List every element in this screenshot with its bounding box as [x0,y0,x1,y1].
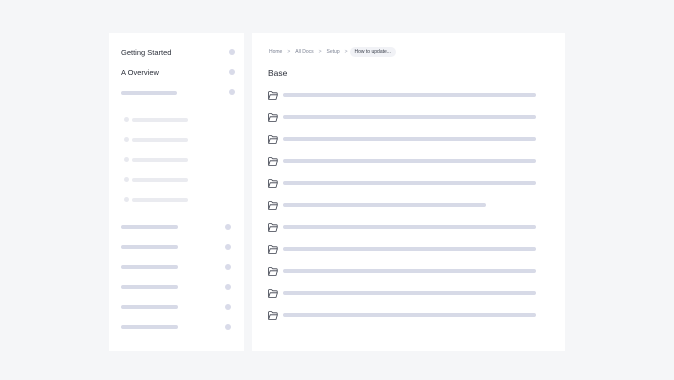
sidebar-item-placeholder[interactable] [121,325,178,329]
folder-icon [268,113,278,122]
dot-icon [229,69,235,75]
folder-icon [268,135,278,144]
file-row-placeholder[interactable] [283,313,536,317]
sidebar-subitem-placeholder[interactable] [132,158,188,162]
breadcrumb-all-docs[interactable]: All Docs [292,49,316,55]
folder-icon [268,311,278,320]
dot-icon [229,89,235,95]
dot-icon [225,304,231,310]
breadcrumb: Home > All Docs > Setup > How to update.… [266,46,396,57]
sidebar-item-placeholder[interactable] [121,245,178,249]
dot-icon [124,157,129,162]
folder-icon [268,157,278,166]
sidebar-item-getting-started[interactable]: Getting Started [121,48,171,58]
file-row-placeholder[interactable] [283,225,536,229]
breadcrumb-setup[interactable]: Setup [324,49,343,55]
dot-icon [124,137,129,142]
dot-icon [225,324,231,330]
dot-icon [124,117,129,122]
dot-icon [229,49,235,55]
sidebar-item-placeholder[interactable] [121,285,178,289]
dot-icon [225,284,231,290]
folder-icon [268,201,278,210]
folder-icon [268,179,278,188]
sidebar: Getting Started A Overview [109,33,244,351]
folder-icon [268,267,278,276]
file-row-placeholder[interactable] [283,181,536,185]
sidebar-item-placeholder[interactable] [121,225,178,229]
breadcrumb-current: How to update... [349,46,396,57]
folder-icon [268,245,278,254]
dot-icon [124,177,129,182]
file-row-placeholder[interactable] [283,291,536,295]
file-row-placeholder[interactable] [283,93,536,97]
breadcrumb-separator: > [344,48,348,55]
folder-icon [268,289,278,298]
sidebar-subitem-placeholder[interactable] [132,138,188,142]
sidebar-item-placeholder[interactable] [121,91,177,95]
dot-icon [225,264,231,270]
sidebar-item-placeholder[interactable] [121,305,178,309]
sidebar-subitem-placeholder[interactable] [132,198,188,202]
folder-icon [268,91,278,100]
file-row-placeholder[interactable] [283,115,536,119]
file-row-placeholder[interactable] [283,137,536,141]
folder-icon [268,223,278,232]
file-row-placeholder[interactable] [283,159,536,163]
sidebar-subitem-placeholder[interactable] [132,178,188,182]
sidebar-item-placeholder[interactable] [121,265,178,269]
file-row-placeholder[interactable] [283,247,536,251]
sidebar-item-overview[interactable]: A Overview [121,68,159,78]
breadcrumb-separator: > [287,48,291,55]
breadcrumb-home[interactable]: Home [266,49,285,55]
breadcrumb-separator: > [318,48,322,55]
dot-icon [225,224,231,230]
page-title: Base [268,68,288,78]
dot-icon [225,244,231,250]
main-content: Home > All Docs > Setup > How to update.… [252,33,565,351]
file-row-placeholder[interactable] [283,203,486,207]
dot-icon [124,197,129,202]
sidebar-subitem-placeholder[interactable] [132,118,188,122]
file-row-placeholder[interactable] [283,269,536,273]
